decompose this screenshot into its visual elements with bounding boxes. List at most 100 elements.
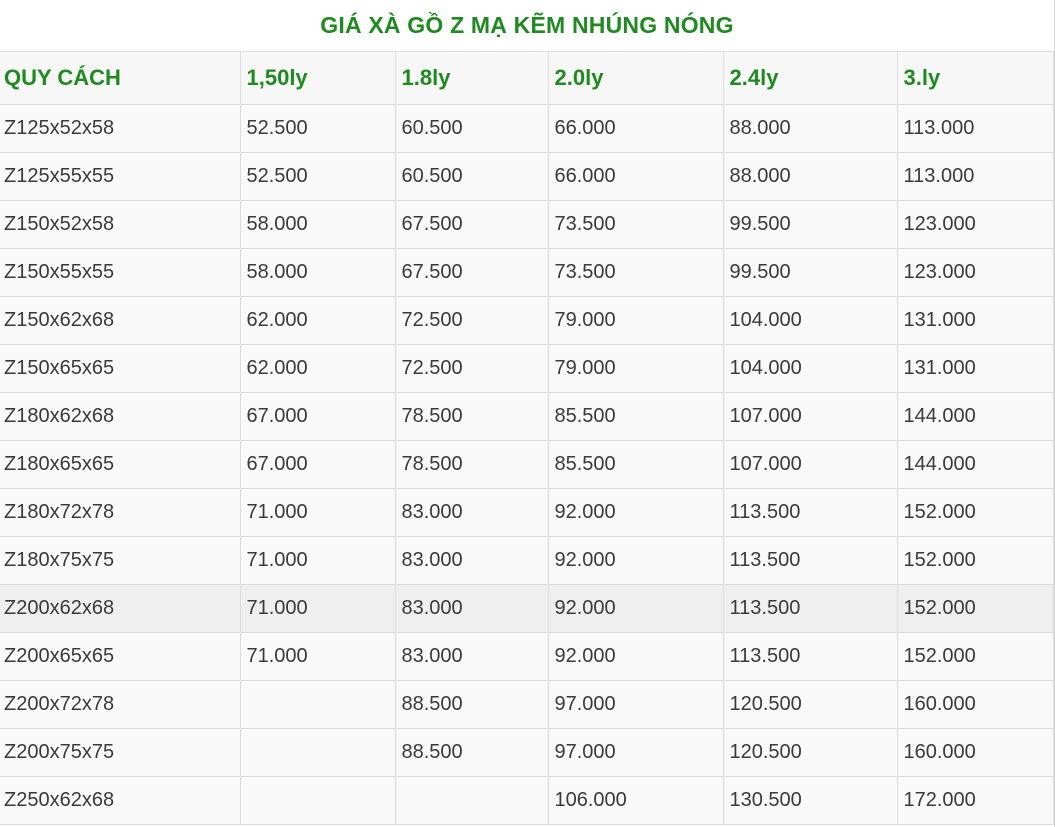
header-thickness-1-8: 1.8ly xyxy=(394,51,549,105)
price-cell: 67.500 xyxy=(394,200,549,249)
price-cell: 131.000 xyxy=(896,344,1054,393)
price-cell: 73.500 xyxy=(547,248,724,297)
price-cell xyxy=(239,728,396,777)
price-cell xyxy=(239,776,396,825)
price-cell: 85.500 xyxy=(547,440,724,489)
price-cell: 120.500 xyxy=(722,680,898,729)
price-cell: 66.000 xyxy=(547,152,724,201)
price-cell xyxy=(394,776,549,825)
header-spec: QUY CÁCH xyxy=(0,51,241,105)
table-row: Z250x62x68 106.000 130.500 172.000 xyxy=(0,776,1054,825)
price-cell: 123.000 xyxy=(896,248,1054,297)
price-cell: 144.000 xyxy=(896,440,1054,489)
header-row: QUY CÁCH 1,50ly 1.8ly 2.0ly 2.4ly 3.ly xyxy=(0,51,1054,105)
spec-cell: Z150x62x68 xyxy=(0,296,241,345)
price-table: QUY CÁCH 1,50ly 1.8ly 2.0ly 2.4ly 3.ly Z… xyxy=(0,51,1054,825)
table-row: Z150x65x65 62.000 72.500 79.000 104.000 … xyxy=(0,344,1054,393)
spec-cell: Z200x72x78 xyxy=(0,680,241,729)
table-row: Z180x62x68 67.000 78.500 85.500 107.000 … xyxy=(0,392,1054,441)
price-cell: 107.000 xyxy=(722,392,898,441)
price-cell: 131.000 xyxy=(896,296,1054,345)
header-thickness-2-4: 2.4ly xyxy=(722,51,898,105)
price-cell: 88.000 xyxy=(722,104,898,153)
price-cell: 123.000 xyxy=(896,200,1054,249)
price-cell: 58.000 xyxy=(239,248,396,297)
spec-cell: Z200x75x75 xyxy=(0,728,241,777)
table-row: Z200x62x68 71.000 83.000 92.000 113.500 … xyxy=(0,584,1054,633)
price-cell: 67.000 xyxy=(239,392,396,441)
price-cell: 52.500 xyxy=(239,104,396,153)
price-cell: 71.000 xyxy=(239,488,396,537)
spec-cell: Z250x62x68 xyxy=(0,776,241,825)
price-cell: 152.000 xyxy=(896,488,1054,537)
spec-cell: Z150x52x58 xyxy=(0,200,241,249)
table-row: Z200x75x75 88.500 97.000 120.500 160.000 xyxy=(0,728,1054,777)
price-table-container: GIÁ XÀ GỒ Z MẠ KẼM NHÚNG NÓNG QUY CÁCH 1… xyxy=(0,0,1055,827)
price-cell: 71.000 xyxy=(239,584,396,633)
price-cell: 72.500 xyxy=(394,296,549,345)
price-cell: 92.000 xyxy=(547,632,724,681)
spec-cell: Z200x62x68 xyxy=(0,584,241,633)
price-cell: 92.000 xyxy=(547,536,724,585)
table-row: Z125x52x58 52.500 60.500 66.000 88.000 1… xyxy=(0,104,1054,153)
spec-cell: Z200x65x65 xyxy=(0,632,241,681)
price-cell: 83.000 xyxy=(394,488,549,537)
price-cell: 62.000 xyxy=(239,344,396,393)
price-cell: 83.000 xyxy=(394,632,549,681)
price-cell: 107.000 xyxy=(722,440,898,489)
price-cell: 60.500 xyxy=(394,104,549,153)
price-cell: 79.000 xyxy=(547,344,724,393)
header-thickness-2-0: 2.0ly xyxy=(547,51,724,105)
price-cell: 104.000 xyxy=(722,344,898,393)
table-row: Z180x75x75 71.000 83.000 92.000 113.500 … xyxy=(0,536,1054,585)
price-cell: 88.000 xyxy=(722,152,898,201)
table-row: Z150x62x68 62.000 72.500 79.000 104.000 … xyxy=(0,296,1054,345)
price-cell: 58.000 xyxy=(239,200,396,249)
price-cell: 152.000 xyxy=(896,632,1054,681)
price-cell: 78.500 xyxy=(394,440,549,489)
price-cell: 60.500 xyxy=(394,152,549,201)
price-cell: 113.500 xyxy=(722,632,898,681)
price-cell: 172.000 xyxy=(896,776,1054,825)
price-cell: 160.000 xyxy=(896,680,1054,729)
price-cell: 71.000 xyxy=(239,536,396,585)
price-cell: 113.500 xyxy=(722,488,898,537)
spec-cell: Z180x62x68 xyxy=(0,392,241,441)
header-thickness-3: 3.ly xyxy=(896,51,1054,105)
table-row: Z200x72x78 88.500 97.000 120.500 160.000 xyxy=(0,680,1054,729)
price-cell: 67.000 xyxy=(239,440,396,489)
price-cell: 79.000 xyxy=(547,296,724,345)
price-cell: 99.500 xyxy=(722,248,898,297)
price-cell: 130.500 xyxy=(722,776,898,825)
price-cell: 113.500 xyxy=(722,536,898,585)
spec-cell: Z180x65x65 xyxy=(0,440,241,489)
spec-cell: Z150x55x55 xyxy=(0,248,241,297)
price-cell: 160.000 xyxy=(896,728,1054,777)
table-row: Z180x72x78 71.000 83.000 92.000 113.500 … xyxy=(0,488,1054,537)
header-thickness-1-50: 1,50ly xyxy=(239,51,396,105)
price-cell: 78.500 xyxy=(394,392,549,441)
price-cell: 152.000 xyxy=(896,536,1054,585)
spec-cell: Z180x75x75 xyxy=(0,536,241,585)
price-cell: 85.500 xyxy=(547,392,724,441)
spec-cell: Z125x55x55 xyxy=(0,152,241,201)
price-cell: 99.500 xyxy=(722,200,898,249)
price-cell: 88.500 xyxy=(394,680,549,729)
price-cell: 83.000 xyxy=(394,536,549,585)
spec-cell: Z150x65x65 xyxy=(0,344,241,393)
price-cell: 104.000 xyxy=(722,296,898,345)
price-cell: 97.000 xyxy=(547,728,724,777)
table-row: Z180x65x65 67.000 78.500 85.500 107.000 … xyxy=(0,440,1054,489)
price-cell: 92.000 xyxy=(547,488,724,537)
price-cell: 83.000 xyxy=(394,584,549,633)
price-cell: 152.000 xyxy=(896,584,1054,633)
price-cell: 88.500 xyxy=(394,728,549,777)
price-cell: 113.000 xyxy=(896,104,1054,153)
price-cell: 71.000 xyxy=(239,632,396,681)
spec-cell: Z125x52x58 xyxy=(0,104,241,153)
table-title: GIÁ XÀ GỒ Z MẠ KẼM NHÚNG NÓNG xyxy=(320,12,734,38)
table-row: Z150x52x58 58.000 67.500 73.500 99.500 1… xyxy=(0,200,1054,249)
spec-cell: Z180x72x78 xyxy=(0,488,241,537)
price-cell: 113.000 xyxy=(896,152,1054,201)
price-cell: 113.500 xyxy=(722,584,898,633)
